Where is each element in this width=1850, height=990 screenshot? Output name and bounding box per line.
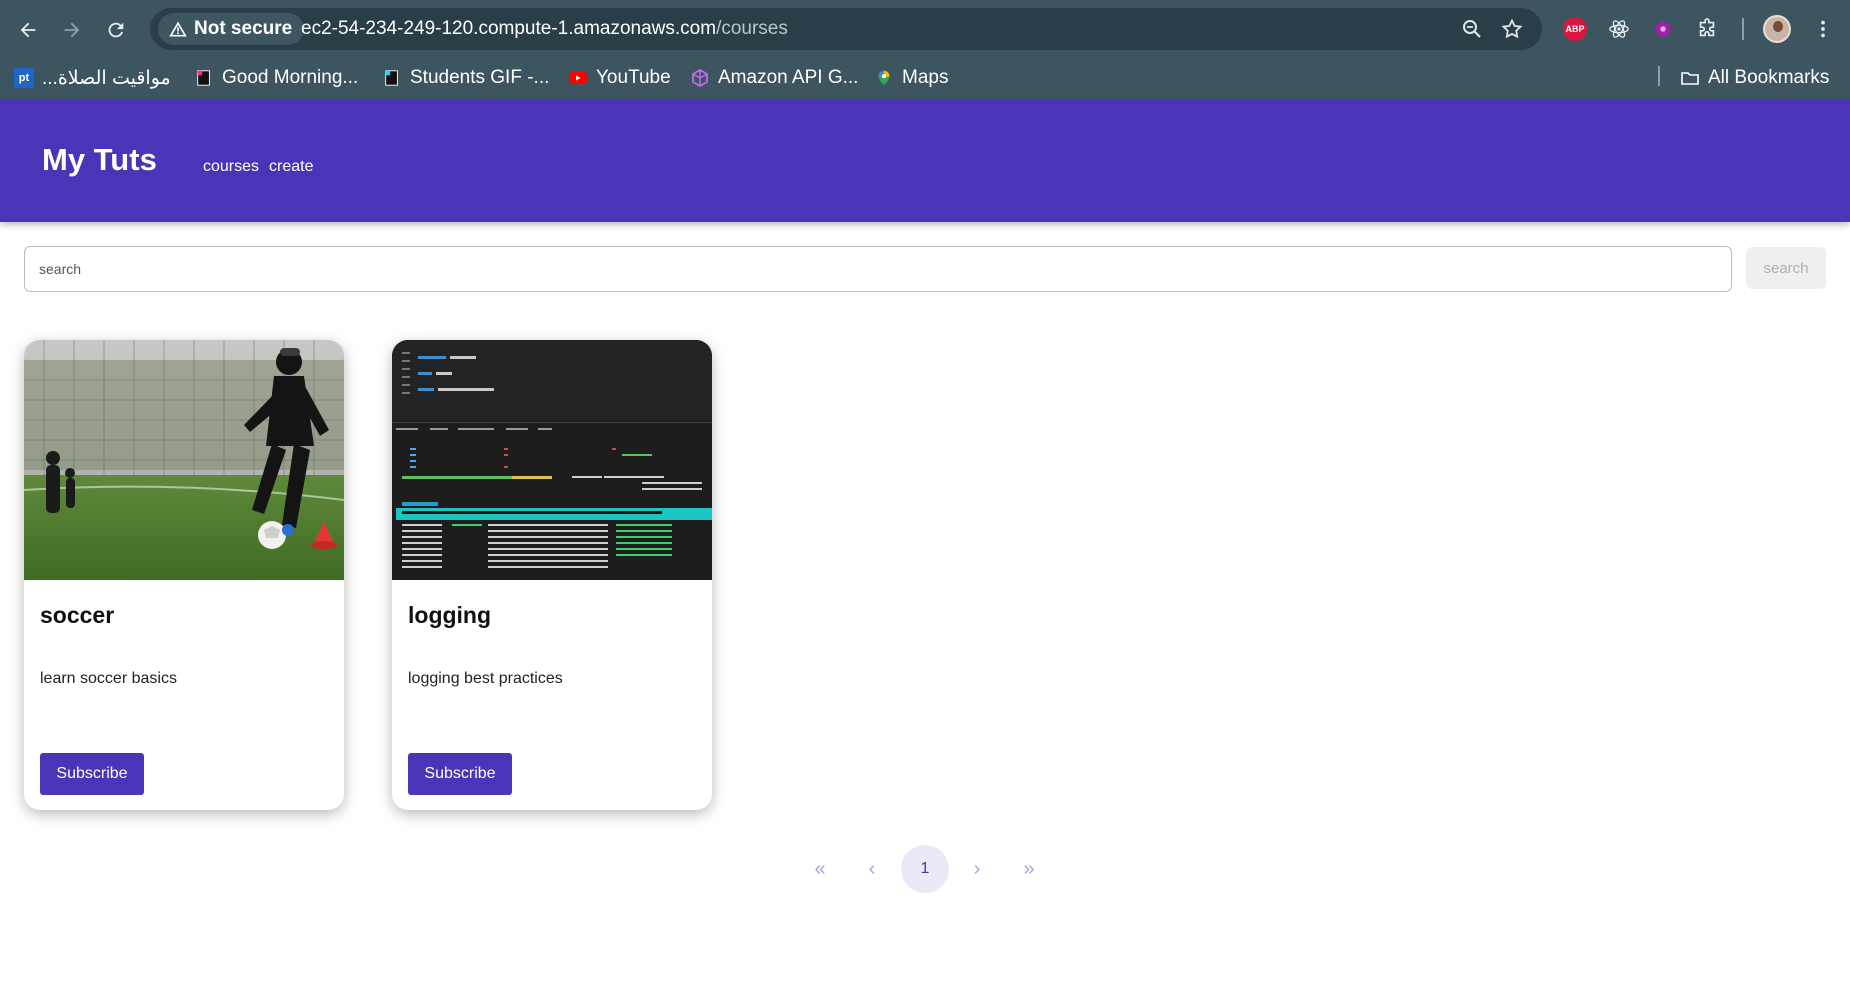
bookmark-label: Good Morning... bbox=[222, 67, 359, 88]
forward-button[interactable] bbox=[54, 12, 90, 48]
pt-icon: pt bbox=[14, 68, 34, 88]
browser-menu-button[interactable] bbox=[1808, 14, 1838, 44]
security-label: Not secure bbox=[194, 18, 293, 39]
address-bar[interactable]: Not secure ec2-54-234-249-120.compute-1.… bbox=[150, 8, 1542, 50]
course-description: logging best practices bbox=[408, 670, 563, 687]
course-title: soccer bbox=[40, 602, 115, 628]
next-page-button[interactable]: › bbox=[953, 845, 1001, 893]
bookmark-star-icon[interactable] bbox=[1500, 17, 1524, 41]
zoom-icon[interactable] bbox=[1460, 17, 1484, 41]
toolbar-divider bbox=[1742, 18, 1744, 40]
bookmark-youtube[interactable]: YouTube bbox=[568, 63, 671, 93]
adblock-extension[interactable]: ABP bbox=[1560, 14, 1590, 44]
forward-arrow-icon bbox=[64, 22, 80, 38]
react-devtools-extension[interactable] bbox=[1604, 14, 1634, 44]
reload-icon bbox=[108, 22, 124, 38]
api-gateway-icon bbox=[690, 68, 710, 88]
back-button[interactable] bbox=[10, 12, 46, 48]
bookmark-label: YouTube bbox=[596, 67, 671, 88]
bookmarks-divider bbox=[1658, 66, 1660, 86]
bookmark-label: Students GIF -... bbox=[410, 67, 550, 88]
bookmark-students-gif[interactable]: Students GIF -... bbox=[382, 63, 549, 93]
course-description: learn soccer basics bbox=[40, 670, 177, 687]
folder-icon bbox=[1680, 68, 1700, 88]
course-title: logging bbox=[408, 602, 492, 628]
url-path: /courses bbox=[716, 18, 788, 39]
soccer-player-photo bbox=[24, 340, 344, 580]
nav-link-create[interactable]: create bbox=[269, 158, 313, 176]
page-number-1[interactable]: 1 bbox=[901, 845, 949, 893]
back-arrow-icon bbox=[20, 22, 36, 38]
bookmark-label: Amazon API G... bbox=[718, 67, 859, 88]
prev-page-button[interactable]: ‹ bbox=[848, 845, 896, 893]
react-icon bbox=[1609, 20, 1629, 38]
brand-title[interactable]: My Tuts bbox=[42, 142, 157, 178]
purple-extension-icon bbox=[1655, 20, 1671, 38]
bookmark-label: مواقيت الصلاة... bbox=[42, 67, 171, 89]
nav-link-courses[interactable]: courses bbox=[203, 158, 259, 176]
url-text[interactable]: ec2-54-234-249-120.compute-1.amazonaws.c… bbox=[301, 18, 788, 40]
course-card-logging: logging logging best practices Subscribe bbox=[392, 340, 712, 810]
browser-toolbar: Not secure ec2-54-234-249-120.compute-1.… bbox=[0, 0, 1850, 58]
all-bookmarks-button[interactable]: All Bookmarks bbox=[1680, 63, 1829, 93]
extensions-menu-button[interactable] bbox=[1692, 14, 1722, 44]
search-input[interactable] bbox=[24, 246, 1732, 292]
bookmark-label: Maps bbox=[902, 67, 949, 88]
subscribe-button[interactable]: Subscribe bbox=[40, 753, 144, 795]
app-header: My Tuts courses create bbox=[0, 100, 1850, 222]
extension-purple[interactable] bbox=[1648, 14, 1678, 44]
bookmark-page-icon bbox=[194, 68, 214, 88]
subscribe-button[interactable]: Subscribe bbox=[408, 753, 512, 795]
security-indicator[interactable]: Not secure bbox=[158, 13, 305, 45]
avatar bbox=[1763, 15, 1791, 43]
youtube-icon bbox=[568, 68, 588, 88]
bookmark-page-icon bbox=[382, 68, 402, 88]
bookmark-maps[interactable]: Maps bbox=[874, 63, 948, 93]
bookmark-prayer-times[interactable]: pt مواقيت الصلاة... bbox=[14, 63, 171, 93]
puzzle-icon bbox=[1699, 18, 1715, 37]
kebab-menu-icon bbox=[1821, 20, 1825, 38]
bookmark-good-morning[interactable]: Good Morning... bbox=[194, 63, 358, 93]
terminal-htop-screenshot bbox=[392, 340, 712, 580]
maps-icon bbox=[874, 68, 894, 88]
search-button[interactable]: search bbox=[1746, 247, 1826, 289]
abp-icon: ABP bbox=[1563, 17, 1587, 41]
url-host: ec2-54-234-249-120.compute-1.amazonaws.c… bbox=[301, 18, 717, 39]
profile-button[interactable] bbox=[1762, 14, 1792, 44]
bookmark-amazon-api-gateway[interactable]: Amazon API G... bbox=[690, 63, 858, 93]
warning-triangle-icon bbox=[169, 21, 187, 37]
course-card-soccer: soccer learn soccer basics Subscribe bbox=[24, 340, 344, 810]
last-page-button[interactable]: » bbox=[1005, 845, 1053, 893]
all-bookmarks-label: All Bookmarks bbox=[1708, 67, 1830, 88]
first-page-button[interactable]: « bbox=[796, 845, 844, 893]
reload-button[interactable] bbox=[98, 12, 134, 48]
